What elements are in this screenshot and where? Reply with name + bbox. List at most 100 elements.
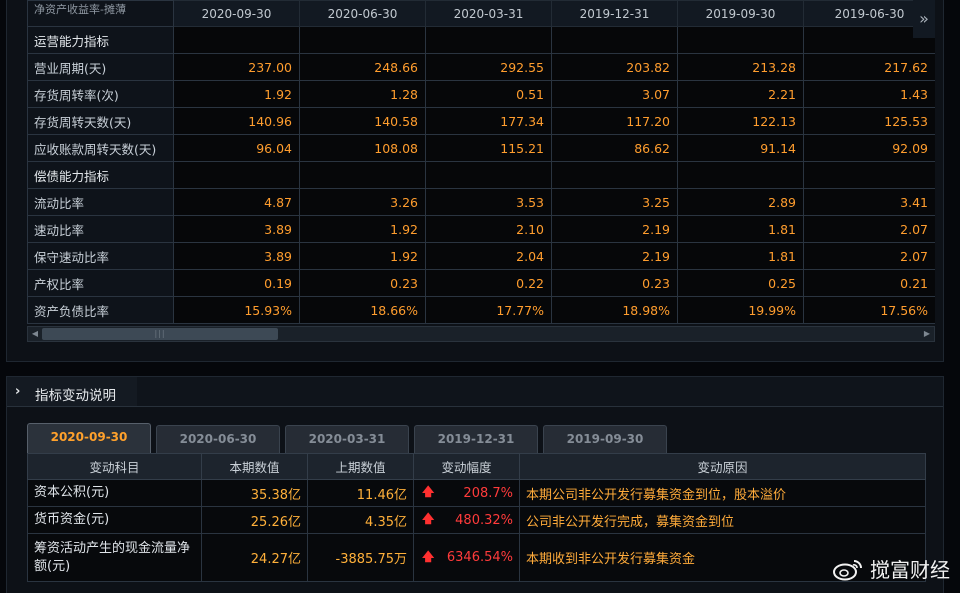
table-row[interactable]: 筹资活动产生的现金流量净额(元) 24.27亿 -3885.75万 🡅 6346.54%… xyxy=(27,533,926,582)
cell-value: 0.23 xyxy=(299,269,426,297)
cell-value xyxy=(803,161,935,189)
cell-value: 0.19 xyxy=(173,269,300,297)
change-cell-text: 6346.54% xyxy=(446,550,513,565)
current-value-cell: 24.27亿 xyxy=(201,533,308,582)
cell-value: 17.56% xyxy=(803,296,935,324)
tab-2020-09-30[interactable]: 2020-09-30 xyxy=(27,423,151,453)
indicator-row[interactable]: 保守速动比率 3.89 1.92 2.04 2.19 1.81 2.07 xyxy=(27,242,935,270)
previous-value-cell: 4.35亿 xyxy=(307,506,414,534)
indicator-row[interactable]: 存货周转率(次) 1.92 1.28 0.51 3.07 2.21 1.43 xyxy=(27,80,935,108)
indicator-row[interactable]: 应收账款周转天数(天) 96.04 108.08 115.21 86.62 91.14 92… xyxy=(27,134,935,162)
cell-value: 92.09 xyxy=(803,134,935,162)
column-header[interactable]: 本期数值 xyxy=(201,453,308,480)
row-label: 速动比率 xyxy=(27,215,174,243)
indicator-row[interactable]: 存货周转天数(天) 140.96 140.58 177.34 117.20 122.13 1… xyxy=(27,107,935,135)
cell-value: 1.28 xyxy=(299,80,426,108)
scroll-thumb[interactable]: ||| xyxy=(42,328,278,340)
cell-value: 1.81 xyxy=(677,242,804,270)
header-label: 净资产收益率-摊薄 xyxy=(27,0,174,27)
column-header[interactable]: 变动原因 xyxy=(519,453,926,480)
horizontal-scrollbar[interactable]: ◀ ||| ▶ xyxy=(27,326,935,342)
cell-value: 140.96 xyxy=(173,107,300,135)
table-row[interactable]: 货币资金(元) 25.26亿 4.35亿 🡅 480.32% 公司非公开发行完成，募集资金… xyxy=(27,506,926,534)
cell-value: 2.07 xyxy=(803,242,935,270)
previous-value-cell-text: 4.35亿 xyxy=(365,514,407,530)
scroll-left-arrow-icon[interactable]: ◀ xyxy=(28,327,42,341)
reason-cell-text: 本期收到非公开发行募集资金 xyxy=(526,552,696,567)
item-cell: 资本公积(元) xyxy=(27,479,202,507)
cell-value: 3.07 xyxy=(551,80,678,108)
cell-value xyxy=(677,161,804,189)
cell-value: 0.22 xyxy=(425,269,552,297)
cell-value: 2.89 xyxy=(677,188,804,216)
cell-value xyxy=(299,161,426,189)
date-column-header[interactable]: 2020-03-31 xyxy=(425,0,552,27)
change-cell-text: 480.32% xyxy=(455,512,513,528)
date-column-header[interactable]: 2019-12-31 xyxy=(551,0,678,27)
cell-value: 1.43 xyxy=(803,80,935,108)
reason-cell-text: 本期公司非公开发行募集资金到位，股本溢价 xyxy=(526,487,787,503)
row-label: 产权比率 xyxy=(27,269,174,297)
cell-value: 0.23 xyxy=(551,269,678,297)
cell-value: 213.28 xyxy=(677,53,804,81)
cell-value: 292.55 xyxy=(425,53,552,81)
indicator-row[interactable]: 速动比率 3.89 1.92 2.10 2.19 1.81 2.07 xyxy=(27,215,935,243)
scroll-right-arrow-icon[interactable]: ▶ xyxy=(920,327,934,341)
section-title[interactable]: › 指标变动说明 xyxy=(7,377,137,407)
date-column-header[interactable]: 2020-09-30 xyxy=(173,0,300,27)
cell-value: 4.87 xyxy=(173,188,300,216)
watermark: 搅富财经 xyxy=(832,554,950,583)
cell-value: 19.99% xyxy=(677,296,804,324)
current-value-cell: 35.38亿 xyxy=(201,479,308,507)
tab-2020-03-31[interactable]: 2020-03-31 xyxy=(285,425,409,453)
chevron-right-icon: › xyxy=(15,384,21,399)
column-header[interactable]: 上期数值 xyxy=(307,453,414,480)
tab-2020-06-30[interactable]: 2020-06-30 xyxy=(156,425,280,453)
financial-indicators-panel: 净资产收益率-摊薄 2020-09-30 2020-06-30 2020-03-31 2… xyxy=(6,0,944,362)
item-cell-text: 筹资活动产生的现金流量净额(元) xyxy=(34,540,191,574)
tab-2019-12-31[interactable]: 2019-12-31 xyxy=(414,425,538,453)
table-row[interactable]: 资本公积(元) 35.38亿 11.46亿 🡅 208.7% 本期公司非公开发行募集资金到… xyxy=(27,479,926,507)
cell-value: 108.08 xyxy=(299,134,426,162)
date-column-header[interactable]: 2020-06-30 xyxy=(299,0,426,27)
current-value-cell-text: 35.38亿 xyxy=(250,487,301,503)
column-header[interactable]: 变动科目 xyxy=(27,453,202,480)
tab-2019-09-30[interactable]: 2019-09-30 xyxy=(543,425,667,453)
watermark-text: 搅富财经 xyxy=(870,558,950,582)
cell-value: 2.19 xyxy=(551,242,678,270)
section-row[interactable]: 运营能力指标 xyxy=(27,26,935,54)
cell-value: 117.20 xyxy=(551,107,678,135)
column-header[interactable]: 变动幅度 xyxy=(413,453,520,480)
previous-value-cell-text: -3885.75万 xyxy=(335,552,407,567)
cell-value: 18.66% xyxy=(299,296,426,324)
cell-value: 86.62 xyxy=(551,134,678,162)
cell-value: 3.26 xyxy=(299,188,426,216)
current-value-cell-text: 24.27亿 xyxy=(250,552,301,567)
cell-value: 2.19 xyxy=(551,215,678,243)
double-chevron-right-icon[interactable]: » xyxy=(913,0,935,38)
cell-value xyxy=(173,161,300,189)
item-cell-text: 资本公积(元) xyxy=(34,485,110,500)
cell-value: 3.41 xyxy=(803,188,935,216)
cell-value: 18.98% xyxy=(551,296,678,324)
cell-value: 3.53 xyxy=(425,188,552,216)
row-label: 应收账款周转天数(天) xyxy=(27,134,174,162)
cell-value xyxy=(551,26,678,54)
indicator-grid[interactable]: 净资产收益率-摊薄 2020-09-30 2020-06-30 2020-03-31 2… xyxy=(27,0,935,324)
row-label: 营业周期(天) xyxy=(27,53,174,81)
cell-value: 203.82 xyxy=(551,53,678,81)
cell-value: 125.53 xyxy=(803,107,935,135)
cell-value: 2.04 xyxy=(425,242,552,270)
date-column-header[interactable]: 2019-09-30 xyxy=(677,0,804,27)
previous-value-cell: -3885.75万 xyxy=(307,533,414,582)
cell-value: 0.25 xyxy=(677,269,804,297)
cell-value xyxy=(425,26,552,54)
grip-icon: ||| xyxy=(154,329,166,338)
row-label: 保守速动比率 xyxy=(27,242,174,270)
change-cell-text: 208.7% xyxy=(463,485,513,501)
indicator-row[interactable]: 产权比率 0.19 0.23 0.22 0.23 0.25 0.21 xyxy=(27,269,935,297)
indicator-row[interactable]: 资产负债比率 15.93% 18.66% 17.77% 18.98% 19.99% 17.5… xyxy=(27,296,935,324)
section-row[interactable]: 偿债能力指标 xyxy=(27,161,935,189)
indicator-row[interactable]: 流动比率 4.87 3.26 3.53 3.25 2.89 3.41 xyxy=(27,188,935,216)
indicator-row[interactable]: 营业周期(天) 237.00 248.66 292.55 203.82 213.28 217… xyxy=(27,53,935,81)
